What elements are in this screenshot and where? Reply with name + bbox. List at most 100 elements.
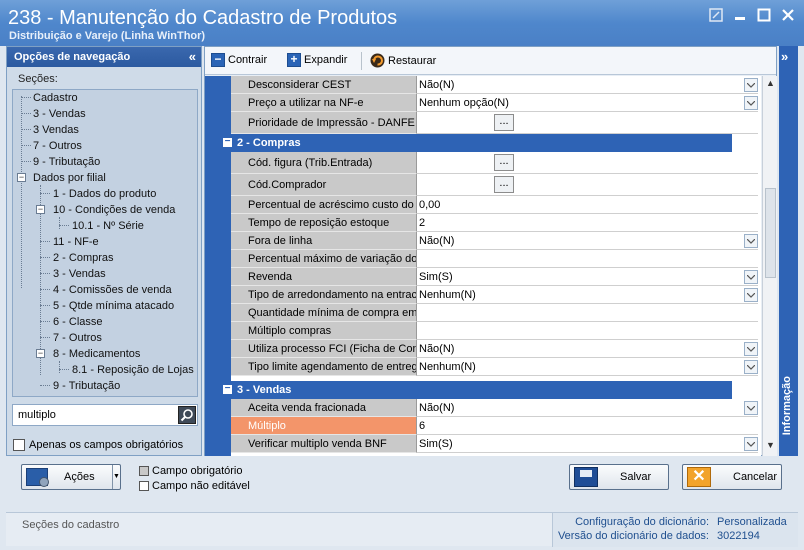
navigation-header: Opções de navegação «: [7, 47, 201, 67]
minimize-icon[interactable]: [730, 6, 750, 24]
chevron-down-icon[interactable]: [744, 234, 758, 248]
sections-tree: Cadastro 3 - Vendas 3 Vendas 7 - Outros …: [12, 89, 198, 397]
required-only-option[interactable]: Apenas os campos obrigatórios: [13, 439, 183, 451]
plus-icon: +: [287, 53, 301, 67]
tree-line: [40, 321, 50, 322]
tree-line: [40, 305, 50, 306]
tree-collapse-icon[interactable]: −: [17, 173, 26, 182]
chevron-down-icon[interactable]: [744, 78, 758, 92]
expand-all-button[interactable]: + Expandir: [287, 53, 347, 67]
row-value-input[interactable]: [417, 304, 758, 322]
chevron-down-icon[interactable]: [744, 96, 758, 110]
tree-line: [40, 257, 50, 258]
row-label: Prioridade de Impressão - DANFE: [231, 112, 417, 134]
group-collapse-icon[interactable]: −: [223, 384, 232, 394]
tree-item-7-outros[interactable]: 7 - Outros: [33, 138, 82, 154]
window-controls: [706, 6, 798, 24]
chevron-down-icon[interactable]: [744, 360, 758, 374]
close-icon[interactable]: [778, 6, 798, 24]
scroll-down-icon[interactable]: ▼: [765, 440, 776, 452]
row-value-input[interactable]: 2: [417, 214, 758, 232]
row-value-select[interactable]: Nenhum opção(N): [417, 94, 758, 112]
chevron-down-icon[interactable]: [744, 342, 758, 356]
collapse-left-icon[interactable]: «: [189, 47, 196, 67]
tree-collapse-icon[interactable]: −: [36, 205, 45, 214]
tree-item-4-comissoes-de-venda[interactable]: 4 - Comissões de venda: [53, 282, 172, 298]
dropdown-arrow-icon[interactable]: ▼: [112, 465, 120, 489]
collapse-all-button[interactable]: − Contrair: [211, 53, 267, 67]
row-label: Utiliza processo FCI (Ficha de Con: [231, 340, 417, 358]
tree-item-1-dados-do-produto[interactable]: 1 - Dados do produto: [53, 186, 156, 202]
expand-info-icon[interactable]: »: [781, 49, 788, 64]
tree-item-7-outros-filial[interactable]: 7 - Outros: [53, 330, 102, 346]
tree-collapse-icon[interactable]: −: [36, 349, 45, 358]
group-title: 3 - Vendas: [237, 384, 292, 396]
row-value-select[interactable]: Não(N): [417, 76, 758, 94]
required-only-checkbox[interactable]: [13, 439, 25, 451]
tree-item-3-vendas-alt[interactable]: 3 Vendas: [33, 122, 79, 138]
scrollbar-thumb[interactable]: [765, 188, 776, 278]
group-header-compras[interactable]: − 2 - Compras: [205, 134, 732, 152]
row-value-select[interactable]: Não(N): [417, 340, 758, 358]
row-value-select[interactable]: Sim(S): [417, 268, 758, 286]
tree-item-dados-por-filial[interactable]: Dados por filial: [33, 170, 106, 186]
maximize-icon[interactable]: [754, 6, 774, 24]
tree-item-8-1-reposicao-de-lojas[interactable]: 8.1 - Reposição de Lojas: [72, 362, 194, 378]
row-value-input[interactable]: [417, 250, 758, 268]
restore-button[interactable]: Restaurar: [370, 53, 436, 68]
tree-item-2-compras[interactable]: 2 - Compras: [53, 250, 114, 266]
tree-item-11-nf-e[interactable]: 11 - NF-e: [53, 234, 99, 250]
tree-item-10-condicoes-de-venda[interactable]: 10 - Condições de venda: [53, 202, 175, 218]
dictionary-info: Configuração do dicionário: Personalizad…: [552, 513, 798, 547]
restore-icon: [370, 53, 385, 68]
scroll-up-icon[interactable]: ▲: [765, 78, 776, 90]
tree-item-3-vendas-filial[interactable]: 3 - Vendas: [53, 266, 106, 282]
tree-item-9-tributacao[interactable]: 9 - Tributação: [33, 154, 100, 170]
tree-item-5-qtde-minima-atacado[interactable]: 5 - Qtde mínima atacado: [53, 298, 174, 314]
save-button[interactable]: Salvar: [569, 464, 669, 490]
info-panel[interactable]: » Informação: [779, 46, 798, 456]
chevron-down-icon[interactable]: [744, 401, 758, 415]
group-header-vendas[interactable]: − 3 - Vendas: [205, 381, 732, 399]
row-value-input[interactable]: ...: [417, 174, 758, 196]
minus-icon: −: [211, 53, 225, 67]
grid-scrollbar[interactable]: ▲ ▼: [762, 76, 777, 456]
tree-item-6-classe[interactable]: 6 - Classe: [53, 314, 103, 330]
search-button[interactable]: [178, 406, 196, 424]
ellipsis-button[interactable]: ...: [494, 154, 514, 171]
tree-item-cadastro[interactable]: Cadastro: [33, 90, 78, 106]
cancel-button[interactable]: ✕ Cancelar: [682, 464, 782, 490]
tree-item-9-tributacao-filial[interactable]: 9 - Tributação: [53, 378, 120, 394]
row-value: Não(N): [419, 79, 455, 91]
row-value-select[interactable]: Nenhum(N): [417, 358, 758, 376]
grid-indent-strip: [205, 76, 231, 456]
edit-window-icon[interactable]: [706, 6, 726, 24]
section-search-input[interactable]: multiplo: [12, 404, 198, 426]
ellipsis-button[interactable]: ...: [494, 176, 514, 193]
row-value-input[interactable]: 6: [417, 417, 758, 435]
row-value-input[interactable]: ...: [417, 152, 758, 174]
row-value-select[interactable]: Não(N): [417, 232, 758, 250]
chevron-down-icon[interactable]: [744, 437, 758, 451]
tree-item-10-1-no-serie[interactable]: 10.1 - Nº Série: [72, 218, 144, 234]
row-label: Fora de linha: [231, 232, 417, 250]
row-value: Não(N): [419, 343, 455, 355]
legend-readonly: Campo não editável: [139, 480, 250, 492]
legend-required: Campo obrigatório: [139, 465, 243, 477]
row-value-select[interactable]: Não(N): [417, 399, 758, 417]
row-value-input[interactable]: ...: [417, 112, 758, 134]
row-value-input[interactable]: [417, 322, 758, 340]
row-value-select[interactable]: Sim(S): [417, 435, 758, 453]
row-value-input[interactable]: 0,00: [417, 196, 758, 214]
actions-button[interactable]: Ações ▼: [21, 464, 121, 490]
ellipsis-button[interactable]: ...: [494, 114, 514, 131]
search-icon: [180, 409, 193, 422]
chevron-down-icon[interactable]: [744, 288, 758, 302]
tree-item-3-vendas[interactable]: 3 - Vendas: [33, 106, 86, 122]
row-label: Tipo limite agendamento de entreg: [231, 358, 417, 376]
row-value-select[interactable]: Nenhum(N): [417, 286, 758, 304]
tree-line: [21, 113, 31, 114]
chevron-down-icon[interactable]: [744, 270, 758, 284]
tree-item-8-medicamentos[interactable]: 8 - Medicamentos: [53, 346, 140, 362]
group-collapse-icon[interactable]: −: [223, 137, 232, 147]
